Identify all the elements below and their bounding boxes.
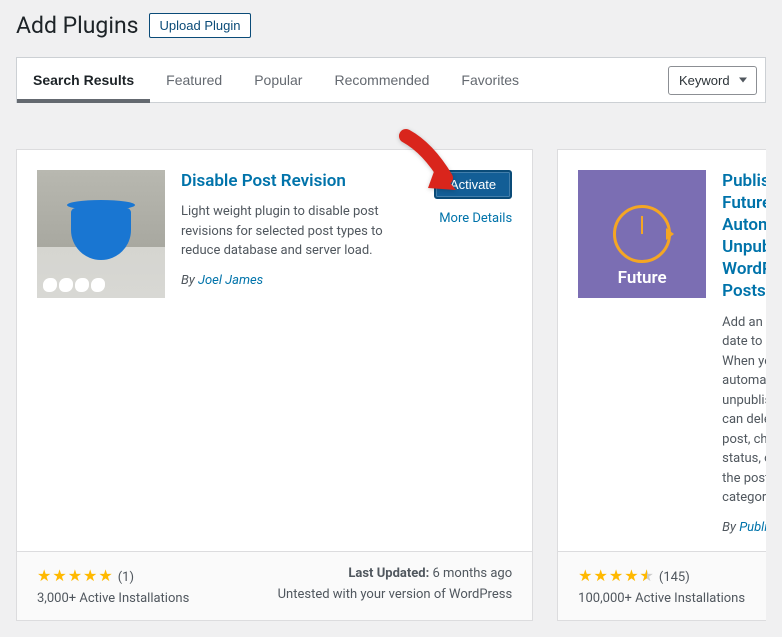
annotation-arrow — [398, 128, 468, 212]
plugin-thumbnail — [37, 170, 165, 298]
plugin-thumbnail: Future — [578, 170, 706, 298]
plugin-description: Add an expiration date to posts. When yo… — [722, 313, 766, 508]
plugin-title-link[interactable]: Disable Post Revision — [181, 170, 418, 192]
tab-popular[interactable]: Popular — [238, 58, 318, 102]
rating-count: (145) — [659, 570, 690, 585]
rating-stars: ★★★★★ — [37, 566, 114, 585]
last-updated-value: 6 months ago — [432, 566, 512, 581]
author-link[interactable]: Joel James — [198, 273, 263, 288]
install-count: 3,000+ Active Installations — [37, 591, 189, 606]
plugin-title-link[interactable]: PublishPress Future: Automatically Unpub… — [722, 170, 766, 303]
compatibility-text: Untested with your version of WordPress — [278, 587, 513, 602]
plugin-card: Future PublishPress Future: Automaticall… — [557, 149, 766, 621]
author-link[interactable]: PublishPress — [739, 520, 766, 535]
install-count: 100,000+ Active Installations — [578, 591, 745, 606]
tab-recommended[interactable]: Recommended — [318, 58, 445, 102]
plugin-card: Disable Post Revision Light weight plugi… — [16, 149, 533, 621]
thumb-label: Future — [578, 268, 706, 288]
page-title: Add Plugins — [16, 12, 139, 39]
plugin-description: Light weight plugin to disable post revi… — [181, 202, 418, 261]
rating-stars: ★★★★★ — [578, 566, 655, 585]
tabs: Search Results Featured Popular Recommen… — [17, 58, 535, 102]
tab-favorites[interactable]: Favorites — [445, 58, 535, 102]
last-updated-label: Last Updated: — [348, 566, 429, 581]
more-details-link[interactable]: More Details — [439, 211, 512, 226]
rating-count: (1) — [118, 570, 134, 585]
tab-featured[interactable]: Featured — [150, 58, 238, 102]
plugin-author: By Joel James — [181, 273, 418, 288]
tab-search-results[interactable]: Search Results — [17, 58, 150, 102]
plugin-author: By PublishPress — [722, 520, 766, 535]
search-type-select[interactable]: Keyword — [668, 66, 757, 95]
upload-plugin-button[interactable]: Upload Plugin — [149, 13, 252, 38]
filter-bar: Search Results Featured Popular Recommen… — [16, 57, 766, 103]
